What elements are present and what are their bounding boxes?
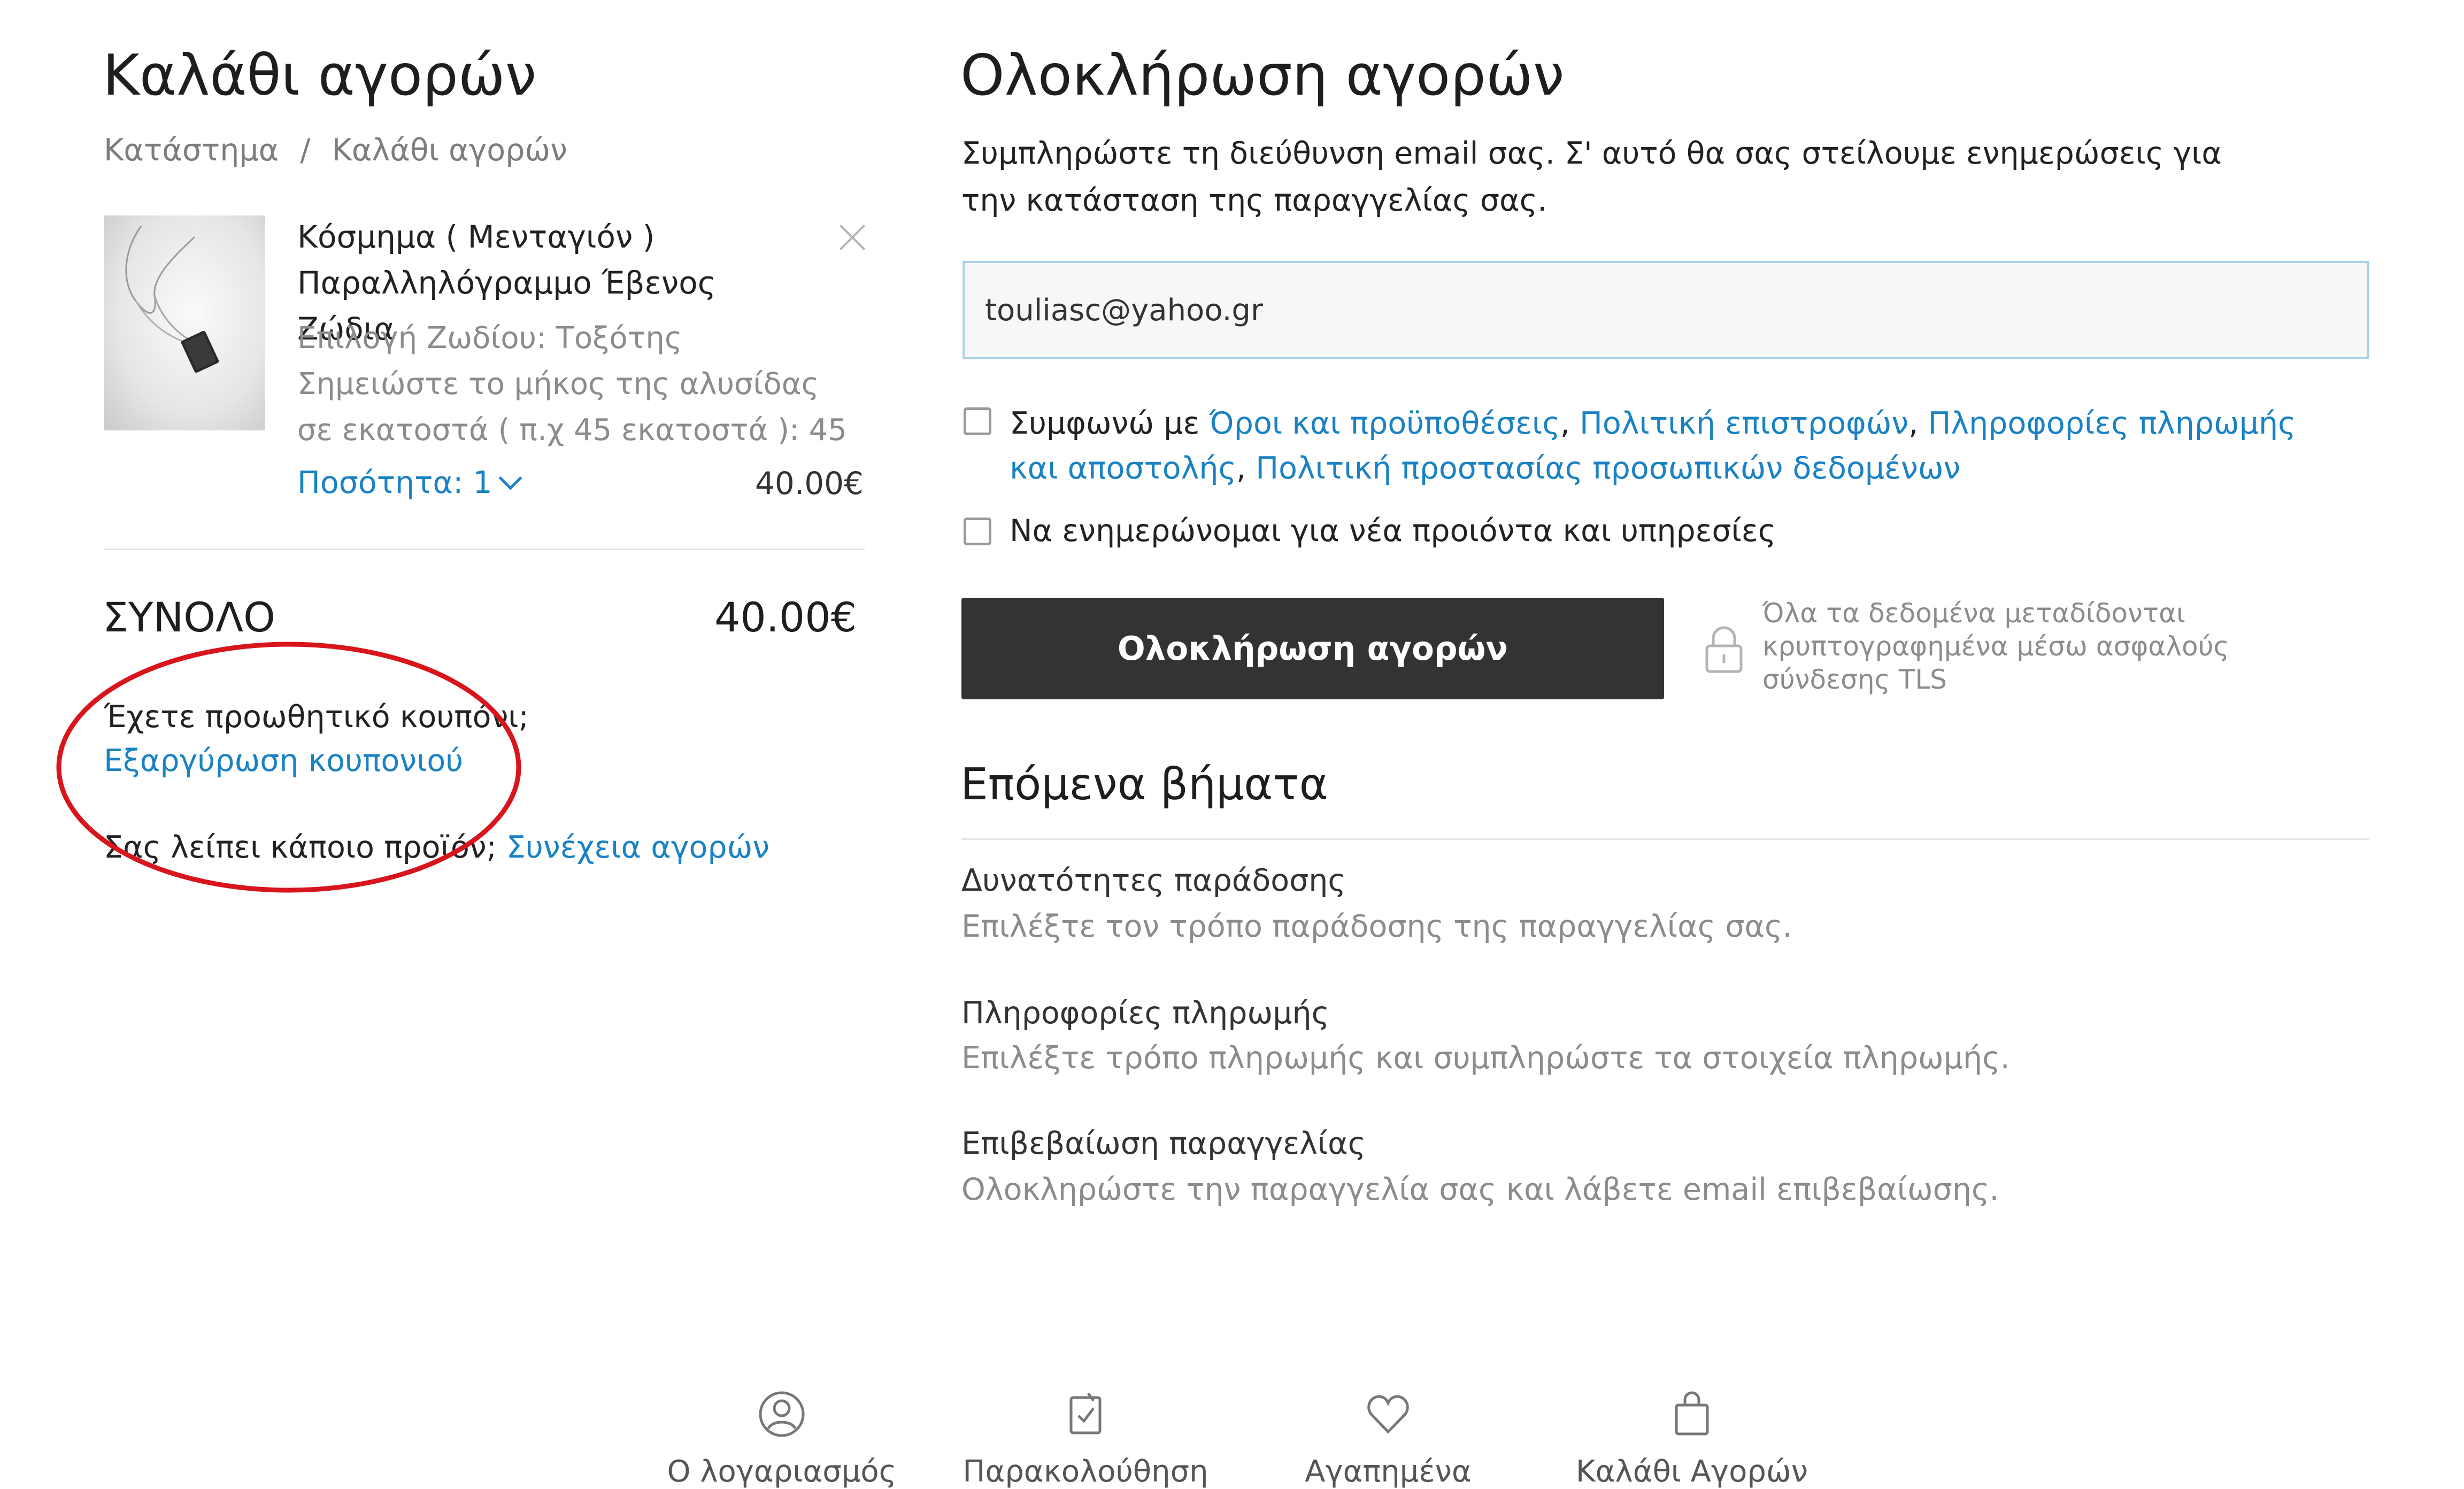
secure-connection-note: Όλα τα δεδομένα μεταδίδονται κρυπτογραφη… (1762, 598, 2229, 695)
terms-checkbox[interactable] (964, 407, 991, 435)
step-desc-delivery: Επιλέξτε τον τρόπο παράδοσης της παραγγε… (961, 909, 1792, 944)
quantity-dropdown[interactable]: Ποσότητα: 1 (297, 465, 522, 500)
breadcrumb: Κατάστημα / Καλάθι αγορών (104, 133, 567, 168)
step-title-confirmation: Επιβεβαίωση παραγγελίας (961, 1126, 1366, 1161)
tracking-icon (1069, 1392, 1102, 1434)
product-image[interactable] (104, 215, 265, 430)
chevron-down-icon (498, 466, 522, 490)
nav-favorites-label: Αγαπημένα (1305, 1454, 1472, 1489)
step-title-payment: Πληροφορίες πληρωμής (961, 996, 1330, 1031)
nav-tracking-label: Παρακολούθηση (962, 1454, 1208, 1489)
nav-account-label: Ο λογαριασμός (667, 1454, 897, 1489)
terms-text: Συμφωνώ με Όροι και προϋποθέσεις, Πολιτι… (1010, 401, 2325, 491)
bag-icon (1675, 1391, 1709, 1436)
red-annotation-ellipse (56, 642, 521, 893)
breadcrumb-store-link[interactable]: Κατάστημα (104, 133, 279, 168)
breadcrumb-separator: / (300, 133, 311, 168)
product-options: Επιλογή Ζωδίου: Τοξότης Σημειώστε το μήκ… (297, 315, 853, 453)
terms-prefix: Συμφωνώ με (1010, 406, 1210, 441)
breadcrumb-current: Καλάθι αγορών (332, 133, 567, 168)
nav-favorites[interactable]: Αγαπημένα (1249, 1390, 1527, 1489)
product-title-line1: Κόσμημα ( Μενταγιόν ) (297, 219, 655, 255)
step-desc-confirmation: Ολοκληρώστε την παραγγελία σας και λάβετ… (961, 1172, 1999, 1207)
terms-separator: , (1560, 406, 1580, 441)
step-desc-payment: Επιλέξτε τρόπο πληρωμής και συμπληρώστε … (961, 1040, 2010, 1076)
terms-separator: , (1236, 451, 1256, 486)
cart-title: Καλάθι αγορών (103, 43, 537, 108)
nav-cart[interactable]: Καλάθι Αγορών (1553, 1390, 1831, 1489)
checkout-page: Καλάθι αγορών Κατάστημα / Καλάθι αγορών Κό… (0, 0, 2464, 1489)
remove-item-close-icon[interactable] (838, 223, 866, 251)
divider (961, 838, 2369, 840)
quantity-label: Ποσότητα: 1 (297, 465, 492, 500)
continue-shopping-link[interactable]: Συνέχεια αγορών (506, 830, 769, 865)
user-icon (759, 1391, 805, 1437)
step-title-delivery: Δυνατότητες παράδοσης (961, 863, 1346, 898)
returns-policy-link[interactable]: Πολιτική επιστροφών (1580, 406, 1908, 441)
newsletter-label: Να ενημερώνομαι για νέα προιόντα και υπη… (1010, 513, 1776, 549)
terms-link[interactable]: Όροι και προϋποθέσεις (1209, 406, 1560, 441)
next-steps-title: Επόμενα βήματα (960, 759, 1328, 810)
terms-separator: , (1908, 406, 1928, 441)
checkout-title: Ολοκλήρωση αγορών (960, 43, 1565, 108)
lock-icon (1705, 626, 1743, 673)
item-price: 40.00€ (755, 465, 864, 502)
total-value: 40.00€ (714, 593, 857, 641)
product-option-chain-length: Σημειώστε το μήκος της αλυσίδας σε εκατο… (297, 367, 847, 448)
checkout-description: Συμπληρώστε τη διεύθυνση email σας. Σ' α… (961, 136, 2222, 218)
nav-account[interactable]: Ο λογαριασμός (643, 1390, 921, 1489)
divider (104, 549, 865, 550)
product-option-zodiac: Επιλογή Ζωδίου: Τοξότης (297, 321, 682, 356)
complete-purchase-button[interactable]: Ολοκλήρωση αγορών (961, 598, 1664, 699)
newsletter-checkbox[interactable] (964, 518, 991, 545)
heart-icon (1367, 1395, 1409, 1434)
email-input[interactable] (962, 261, 2369, 359)
nav-cart-label: Καλάθι Αγορών (1575, 1454, 1808, 1489)
privacy-policy-link[interactable]: Πολιτική προστασίας προσωπικών δεδομένων (1256, 451, 1960, 486)
nav-tracking[interactable]: Παρακολούθηση (946, 1390, 1225, 1489)
